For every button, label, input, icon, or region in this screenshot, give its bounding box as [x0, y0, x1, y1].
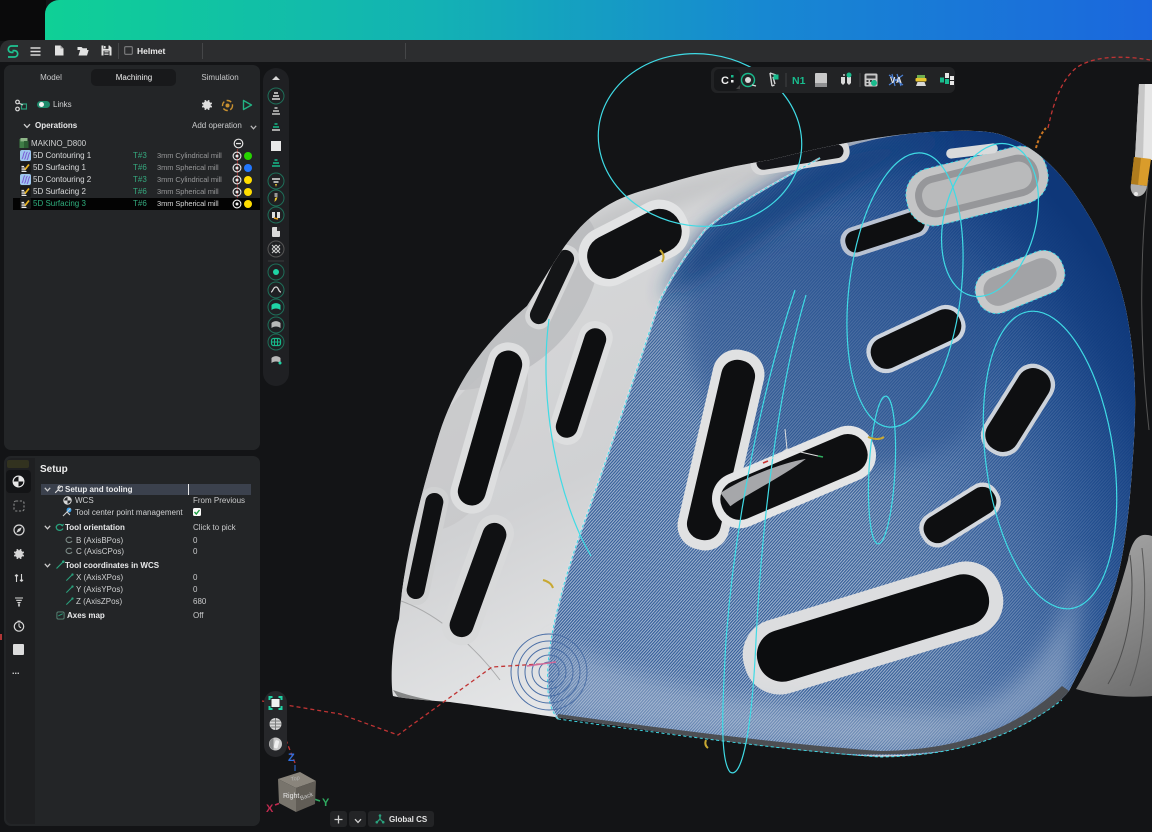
- svg-text:Right: Right: [283, 793, 299, 800]
- svg-text:Z: Z: [288, 752, 295, 764]
- svg-text:A: A: [896, 76, 902, 85]
- svg-text:C: C: [721, 75, 729, 87]
- svg-text:N1: N1: [792, 75, 806, 87]
- svg-text:X: X: [266, 803, 274, 815]
- svg-text:Y: Y: [322, 797, 330, 809]
